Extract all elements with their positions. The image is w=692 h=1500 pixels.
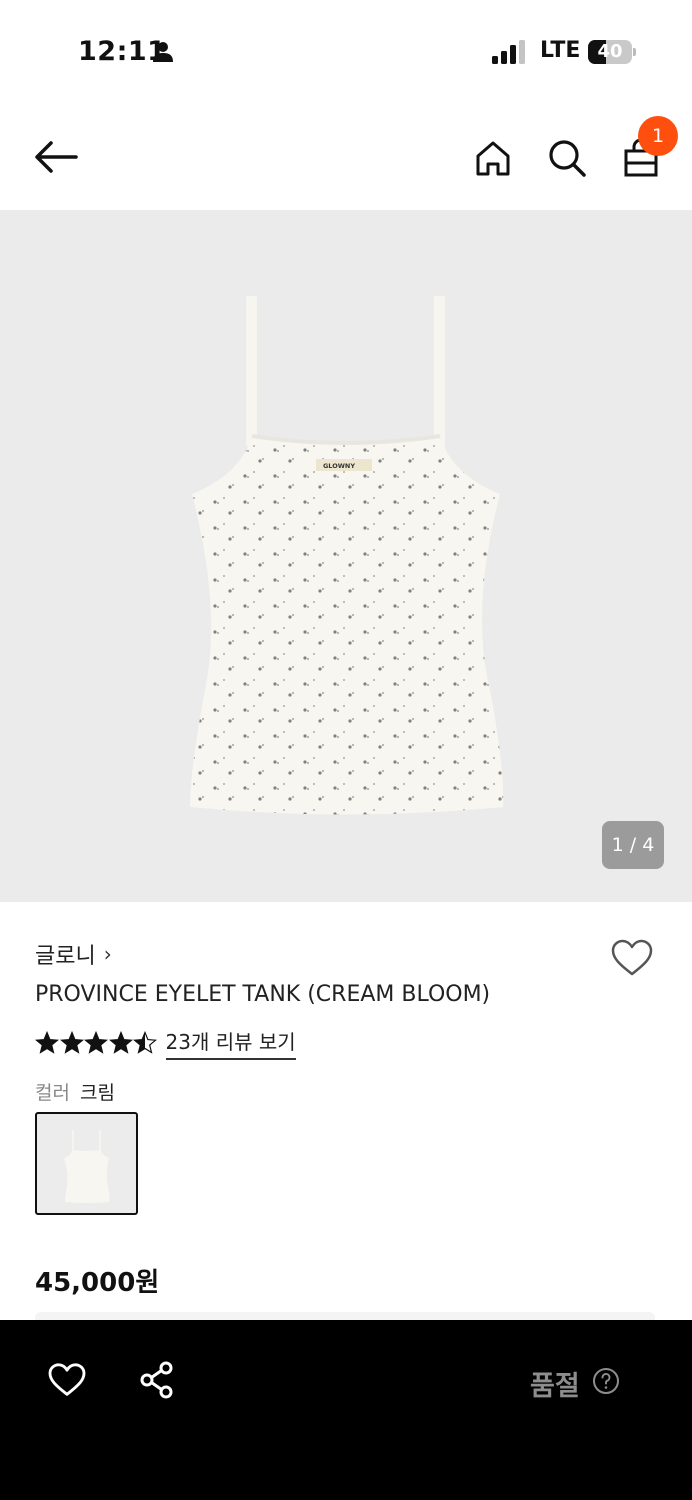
bottom-action-bar: 품절 bbox=[0, 1320, 692, 1500]
search-button[interactable] bbox=[543, 134, 591, 182]
color-option-row: 컬러 크림 bbox=[35, 1078, 115, 1105]
star-icon bbox=[59, 1031, 84, 1054]
chevron-right-icon: › bbox=[103, 942, 112, 966]
brand-link[interactable]: 글로니 › bbox=[35, 938, 112, 970]
product-price: 45,000원 bbox=[35, 1268, 160, 1298]
top-nav-bar bbox=[0, 110, 692, 206]
battery-icon: 40 bbox=[588, 40, 636, 64]
star-icon bbox=[35, 1031, 59, 1054]
home-button[interactable] bbox=[469, 134, 517, 182]
heart-icon bbox=[48, 1363, 86, 1396]
rating-row: 23개 리뷰 보기 bbox=[35, 1026, 296, 1060]
wishlist-button[interactable] bbox=[608, 934, 656, 982]
search-icon bbox=[549, 140, 586, 177]
share-icon bbox=[140, 1361, 173, 1399]
star-rating bbox=[35, 1031, 158, 1055]
back-button[interactable] bbox=[30, 134, 82, 180]
back-arrow-icon bbox=[35, 141, 78, 173]
heart-icon bbox=[611, 939, 653, 976]
network-label: LTE bbox=[540, 38, 581, 63]
share-button[interactable] bbox=[132, 1356, 182, 1404]
product-image-gallery[interactable]: GLOWNY 1 / 4 bbox=[0, 210, 692, 902]
signal-icon bbox=[492, 40, 525, 64]
brand-name: 글로니 bbox=[35, 944, 96, 969]
swatch-thumbnail bbox=[64, 1130, 110, 1203]
star-icon bbox=[133, 1031, 157, 1054]
cart-count-badge: 1 bbox=[638, 116, 678, 156]
battery-level: 40 bbox=[597, 41, 623, 62]
help-circle-icon[interactable] bbox=[592, 1367, 620, 1395]
product-title: PROVINCE EYELET TANK (CREAM BLOOM) bbox=[35, 982, 491, 1007]
color-value: 크림 bbox=[79, 1082, 115, 1104]
garment-label: GLOWNY bbox=[323, 462, 355, 470]
home-icon bbox=[476, 141, 510, 176]
soldout-label: 품절 bbox=[530, 1371, 580, 1402]
status-bar: 12:11 LTE 40 bbox=[0, 0, 692, 100]
image-counter: 1 / 4 bbox=[602, 821, 664, 869]
star-icon bbox=[108, 1031, 133, 1054]
color-label: 컬러 bbox=[35, 1082, 70, 1104]
color-swatch-cream[interactable] bbox=[35, 1112, 138, 1215]
star-icon bbox=[84, 1031, 108, 1054]
product-photo: GLOWNY bbox=[190, 296, 504, 815]
person-icon bbox=[153, 42, 173, 62]
bottom-wishlist-button[interactable] bbox=[42, 1356, 92, 1404]
review-link[interactable]: 23개 리뷰 보기 bbox=[165, 1026, 296, 1060]
